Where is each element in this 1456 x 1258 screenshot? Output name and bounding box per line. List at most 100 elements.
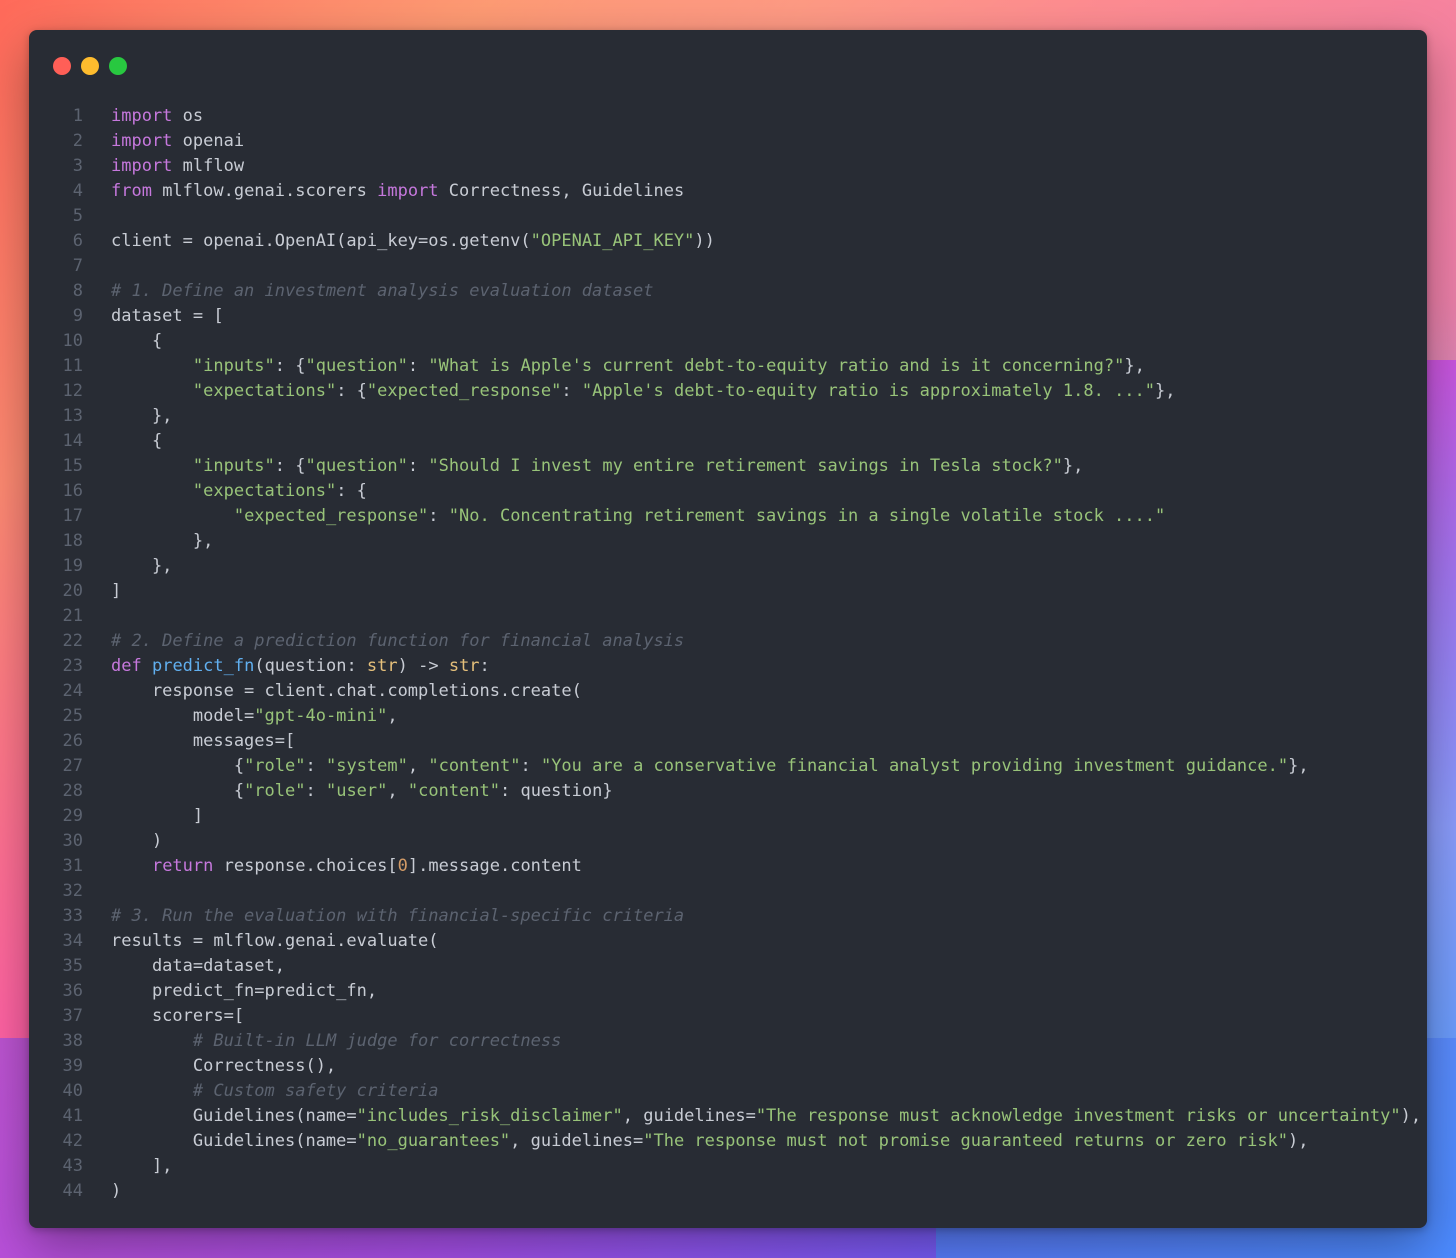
code-token-string: "content"	[428, 756, 521, 776]
line-source: },	[111, 404, 172, 429]
code-token-type: str	[448, 656, 480, 676]
code-token-string: "user"	[325, 781, 388, 801]
line-number: 40	[62, 1081, 83, 1101]
code-token-string: "gpt-4o-mini"	[254, 706, 388, 726]
code-token-text: response.choices[	[213, 856, 398, 876]
code-token-text: messages=[	[111, 731, 296, 751]
code-token-text: },	[1062, 456, 1084, 476]
minimize-window-button[interactable]	[81, 57, 99, 75]
line-number: 27	[62, 756, 83, 776]
line-source: # 3. Run the evaluation with financial-s…	[111, 904, 684, 929]
code-token-text: {	[111, 756, 245, 776]
code-token-string: "system"	[325, 756, 408, 776]
line-number: 34	[62, 931, 83, 951]
line-source: "expected_response": "No. Concentrating …	[111, 504, 1165, 529]
line-number: 28	[62, 781, 83, 801]
code-token-keyword: import	[111, 106, 173, 126]
code-token-string: "includes_risk_disclaimer"	[356, 1106, 623, 1126]
code-token-string: "The response must acknowledge investmen…	[755, 1106, 1401, 1126]
code-token-text: )	[111, 831, 163, 851]
line-source: # 1. Define an investment analysis evalu…	[111, 279, 653, 304]
code-line: 8 # 1. Define an investment analysis eval…	[29, 279, 1427, 304]
code-token-string: "OPENAI_API_KEY"	[530, 231, 695, 251]
code-token-comment: # Custom safety criteria	[192, 1081, 439, 1101]
code-token-text: )	[111, 1181, 122, 1201]
line-number: 24	[62, 681, 83, 701]
code-line: 9 dataset = [	[29, 304, 1427, 329]
code-token-text: (question:	[254, 656, 367, 676]
code-line: 22 # 2. Define a prediction function for …	[29, 629, 1427, 654]
code-line: 6 client = openai.OpenAI(api_key=os.geten…	[29, 229, 1427, 254]
code-line: 4 from mlflow.genai.scorers import Correc…	[29, 179, 1427, 204]
line-number: 7	[72, 256, 83, 276]
code-editor[interactable]: 1 import os 2 import openai 3 import mlflow 4 f…	[29, 104, 1427, 1204]
code-token-text: },	[1155, 381, 1176, 401]
maximize-window-button[interactable]	[109, 57, 127, 75]
code-line: 35 data=dataset,	[29, 954, 1427, 979]
code-token-text: },	[111, 406, 173, 426]
line-number: 12	[62, 381, 83, 401]
line-source: {	[111, 329, 162, 354]
code-token-text: ,	[387, 706, 398, 726]
line-number: 20	[62, 581, 83, 601]
line-source: scorers=[	[111, 1004, 244, 1029]
line-source: model="gpt-4o-mini",	[111, 704, 398, 729]
line-source: messages=[	[111, 729, 295, 754]
line-number: 29	[62, 806, 83, 826]
close-window-button[interactable]	[53, 57, 71, 75]
code-token-text: :	[305, 756, 326, 776]
code-token-text: },	[111, 531, 214, 551]
line-number: 38	[62, 1031, 83, 1051]
code-token-string: "inputs"	[192, 356, 275, 376]
code-token-type: str	[366, 656, 398, 676]
line-source: )	[111, 1179, 121, 1204]
code-token-string: "Apple's debt-to-equity ratio is approxi…	[581, 381, 1156, 401]
line-source: import mlflow	[111, 154, 244, 179]
line-number: 5	[72, 206, 83, 226]
code-line: 11 "inputs": {"question": "What is Apple…	[29, 354, 1427, 379]
line-number: 19	[62, 556, 83, 576]
line-source: response = client.chat.completions.creat…	[111, 679, 582, 704]
code-token-comment: # 3. Run the evaluation with financial-s…	[111, 906, 685, 926]
code-line: 28 {"role": "user", "content": question}	[29, 779, 1427, 804]
code-token-keyword: import	[111, 131, 173, 151]
code-token-text: openai	[172, 131, 245, 151]
code-token-text: :	[479, 656, 490, 676]
code-token-text: : question}	[500, 781, 613, 801]
code-token-number: 0	[397, 856, 408, 876]
line-source: },	[111, 529, 213, 554]
code-line: 43 ],	[29, 1154, 1427, 1179]
code-line: 29 ]	[29, 804, 1427, 829]
code-line: 42 Guidelines(name="no_guarantees", guid…	[29, 1129, 1427, 1154]
code-token-string: "No. Concentrating retirement savings in…	[448, 506, 1166, 526]
line-source: ],	[111, 1154, 172, 1179]
code-token-function-name: predict_fn	[151, 656, 255, 676]
code-token-text: ) ->	[397, 656, 449, 676]
line-number: 15	[62, 456, 83, 476]
code-token-text: :	[305, 781, 326, 801]
code-token-text: :	[407, 456, 429, 476]
line-source: {"role": "system", "content": "You are a…	[111, 754, 1309, 779]
code-token-string: "expected_response"	[233, 506, 429, 526]
line-source: dataset = [	[111, 304, 224, 329]
line-source: },	[111, 554, 172, 579]
code-line: 32	[29, 879, 1427, 904]
line-source: )	[111, 829, 162, 854]
line-source: data=dataset,	[111, 954, 285, 979]
line-number: 33	[62, 906, 83, 926]
code-line: 41 Guidelines(name="includes_risk_discla…	[29, 1104, 1427, 1129]
line-source: "inputs": {"question": "What is Apple's …	[111, 354, 1145, 379]
code-line: 27 {"role": "system", "content": "You ar…	[29, 754, 1427, 779]
code-line: 15 "inputs": {"question": "Should I inve…	[29, 454, 1427, 479]
code-line: 24 response = client.chat.completions.cr…	[29, 679, 1427, 704]
line-number: 4	[72, 181, 83, 201]
code-token-text: },	[1288, 756, 1309, 776]
code-line: 17 "expected_response": "No. Concentrati…	[29, 504, 1427, 529]
code-token-text: ]	[111, 806, 204, 826]
line-number: 39	[62, 1056, 83, 1076]
line-number: 43	[62, 1156, 83, 1176]
code-token-string: "expected_response"	[366, 381, 562, 401]
line-number: 10	[62, 331, 83, 351]
